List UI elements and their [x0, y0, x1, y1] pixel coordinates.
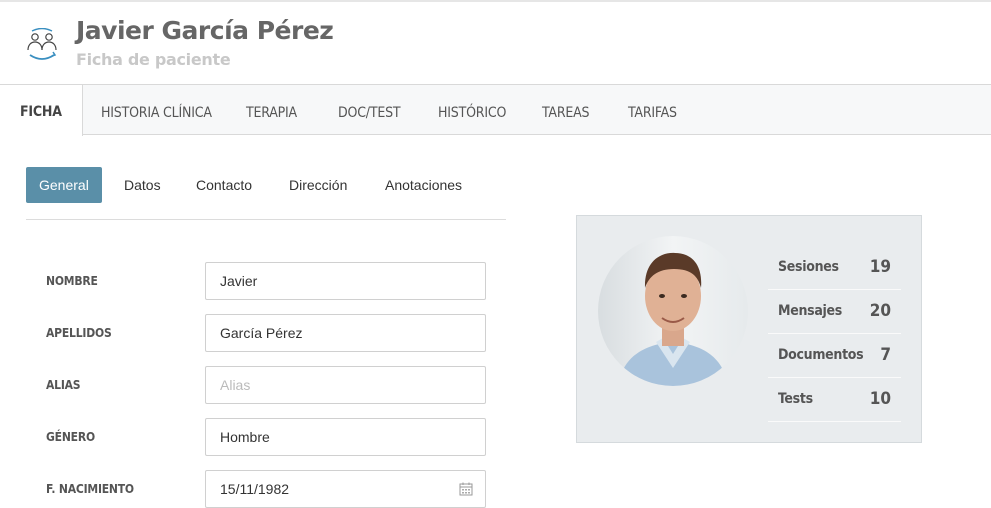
stat-documentos: Documentos 7 [768, 334, 901, 378]
stat-tests: Tests 10 [768, 378, 901, 422]
stat-mensajes: Mensajes 20 [768, 290, 901, 334]
nacimiento-input[interactable] [205, 470, 486, 508]
patient-avatar [598, 236, 748, 386]
tab-historia-clinica[interactable]: HISTORIA CLÍNICA [101, 85, 212, 135]
tab-historico[interactable]: HISTÓRICO [438, 85, 506, 135]
stat-value: 7 [880, 345, 891, 365]
apellidos-label: APELLIDOS [46, 326, 112, 340]
subtab-contacto[interactable]: Contacto [196, 167, 252, 203]
stat-label: Documentos [778, 347, 864, 363]
genero-select[interactable] [205, 418, 486, 456]
stat-sesiones: Sesiones 19 [768, 246, 901, 290]
subtab-direccion[interactable]: Dirección [289, 167, 347, 203]
subtab-datos[interactable]: Datos [124, 167, 161, 203]
tab-doc-test[interactable]: DOC/TEST [338, 85, 401, 135]
tab-tarifas[interactable]: TARIFAS [628, 85, 677, 135]
nombre-input[interactable] [205, 262, 486, 300]
page-subtitle: Ficha de paciente [76, 50, 231, 69]
sub-tabs: General Datos Contacto Dirección Anotaci… [26, 167, 506, 220]
stat-label: Tests [778, 391, 813, 407]
stat-value: 20 [869, 301, 891, 321]
subtab-general[interactable]: General [26, 167, 102, 203]
alias-label: ALIAS [46, 378, 81, 392]
main-tabs: FICHA HISTORIA CLÍNICA TERAPIA DOC/TEST … [0, 85, 991, 136]
stat-value: 19 [869, 257, 891, 277]
page-header: Javier García Pérez Ficha de paciente [0, 2, 991, 85]
patients-icon [27, 28, 57, 60]
stat-value: 10 [869, 389, 891, 409]
subtab-anotaciones[interactable]: Anotaciones [385, 167, 462, 203]
apellidos-input[interactable] [205, 314, 486, 352]
calendar-icon[interactable] [459, 482, 473, 496]
patient-summary-card: Sesiones 19 Mensajes 20 Documentos 7 Tes… [576, 215, 922, 443]
tab-terapia[interactable]: TERAPIA [246, 85, 297, 135]
stat-label: Sesiones [778, 259, 839, 275]
page-title: Javier García Pérez [76, 16, 334, 45]
nombre-label: NOMBRE [46, 274, 98, 288]
tab-tareas[interactable]: TAREAS [542, 85, 590, 135]
alias-input[interactable] [205, 366, 486, 404]
tab-ficha[interactable]: FICHA [0, 85, 83, 136]
nacimiento-label: F. NACIMIENTO [46, 482, 134, 496]
genero-label: GÉNERO [46, 430, 95, 444]
stat-label: Mensajes [778, 303, 843, 319]
